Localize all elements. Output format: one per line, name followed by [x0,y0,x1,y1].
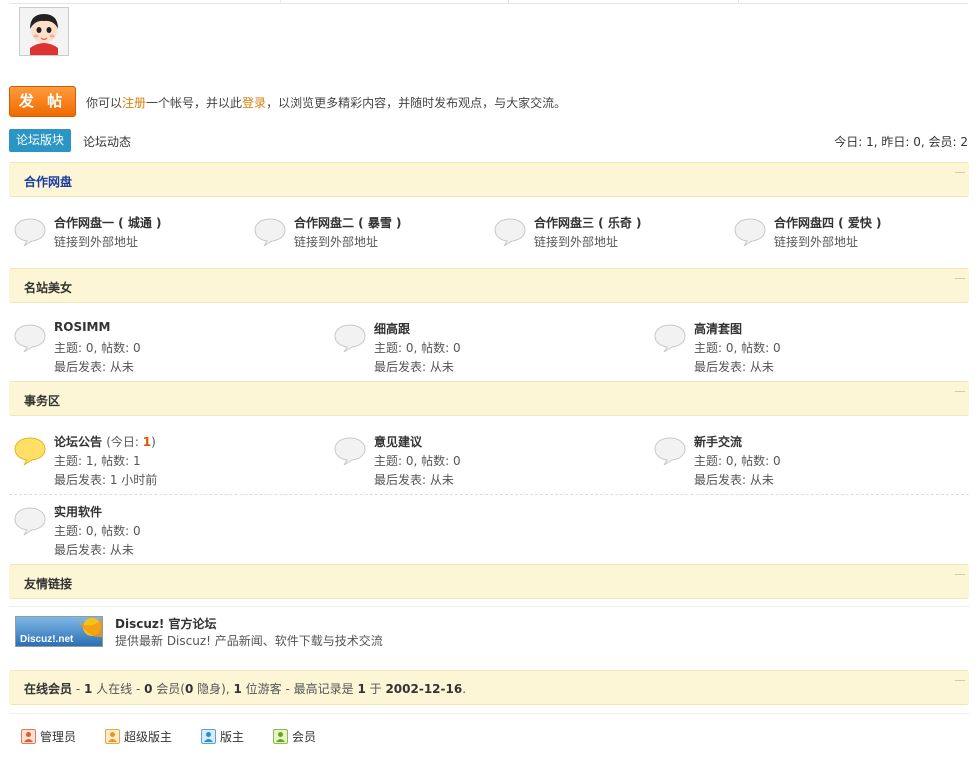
forum-name[interactable]: 合作网盘二 ( 暴雪 ) [294,214,402,231]
link-name[interactable]: Discuz! 官方论坛 [115,615,217,632]
new-posts-bubble-icon [14,437,46,466]
online-summary: 在线会员 - 1 人在线 - 0 会员(0 隐身), 1 位游客 - 最高记录是… [24,682,467,696]
discuz-logo[interactable]: Discuz!.net [15,616,103,647]
forum-last-post: 最后发表: 从未 [54,360,134,374]
forum-name[interactable]: 细高跟 [374,320,410,337]
register-link[interactable]: 注册 [122,96,146,110]
speech-bubble-icon [654,324,686,353]
super-moderator-icon [105,729,120,744]
cartoon-avatar-icon [20,8,68,55]
online-members-header[interactable]: 在线会员 - 1 人在线 - 0 会员(0 隐身), 1 位游客 - 最高记录是… [9,670,969,705]
speech-bubble-icon [14,507,46,536]
login-link[interactable]: 登录 [242,96,266,110]
tab-forum-activity[interactable]: 论坛动态 [83,133,131,150]
speech-bubble-icon [334,437,366,466]
forum-stats: 今日: 1, 昨日: 0, 会员: 2 [834,135,968,149]
forum-name[interactable]: 合作网盘一 ( 城通 ) [54,214,162,231]
forum-stats: 主题: 0, 帖数: 0 [694,454,781,468]
link-desc: 提供最新 Discuz! 产品新闻、软件下载与技术交流 [115,634,383,648]
category-header-affairs[interactable]: 事务区 [9,381,969,416]
category-header-links[interactable]: 友情链接 [9,564,969,599]
collapse-icon[interactable] [955,391,965,394]
forum-last-post: 最后发表: 从未 [374,360,454,374]
speech-bubble-icon [494,218,526,247]
forum-desc: 链接到外部地址 [534,235,619,249]
speech-bubble-icon [254,218,286,247]
forum-last-post: 最后发表: 从未 [694,360,774,374]
forum-name[interactable]: 论坛公告 (今日: 1) [54,433,156,450]
legend-admin: 管理员 [21,728,76,745]
forum-last-post: 最后发表: 从未 [54,543,134,557]
moderator-icon [201,729,216,744]
forum-name[interactable]: ROSIMM [54,320,110,334]
forum-desc: 链接到外部地址 [294,235,379,249]
category-title[interactable]: 名站美女 [24,279,72,296]
forum-stats: 主题: 0, 帖数: 0 [374,341,461,355]
section-divider [9,713,969,714]
toolbar-separator [738,0,739,4]
member-icon [273,729,288,744]
forum-name[interactable]: 意见建议 [374,433,422,450]
collapse-icon[interactable] [955,680,965,683]
forum-last-post: 最后发表: 从未 [374,473,454,487]
admin-user-icon [21,729,36,744]
category-title[interactable]: 友情链接 [24,575,72,592]
collapse-icon[interactable] [955,574,965,577]
toolbar-separator [280,0,281,4]
forum-last-post: 最后发表: 从未 [694,473,774,487]
speech-bubble-icon [14,218,46,247]
forum-last-post[interactable]: 最后发表: 1 小时前 [54,471,157,488]
forum-desc: 链接到外部地址 [54,235,139,249]
collapse-icon[interactable] [955,172,965,175]
category-header-beauty[interactable]: 名站美女 [9,268,969,303]
toolbar-separator [508,0,509,4]
collapse-icon[interactable] [955,278,965,281]
section-divider [9,606,969,607]
category-title[interactable]: 合作网盘 [24,173,72,190]
top-toolbar-strip [10,0,968,4]
user-avatar[interactable] [19,7,69,56]
login-notice: 你可以注册一个帐号，并以此登录，以浏览更多精彩内容，并随时发布观点，与大家交流。 [86,96,567,110]
forum-name[interactable]: 高清套图 [694,320,742,337]
forum-name[interactable]: 实用软件 [54,503,102,520]
speech-bubble-icon [14,324,46,353]
row-divider [9,494,969,495]
forum-name[interactable]: 合作网盘三 ( 乐奇 ) [534,214,642,231]
category-title[interactable]: 事务区 [24,392,60,409]
legend-moderator: 版主 [201,728,244,745]
legend-member: 会员 [273,728,316,745]
speech-bubble-icon [734,218,766,247]
legend-super-moderator: 超级版主 [105,728,172,745]
forum-stats: 主题: 0, 帖数: 0 [374,454,461,468]
today-count: (今日: 1) [106,435,156,449]
forum-stats: 主题: 0, 帖数: 0 [54,341,141,355]
forum-desc: 链接到外部地址 [774,235,859,249]
forum-stats: 主题: 1, 帖数: 1 [54,454,141,468]
new-post-button[interactable]: 发 帖 [9,86,76,117]
forum-stats: 主题: 0, 帖数: 0 [54,524,141,538]
speech-bubble-icon [334,324,366,353]
forum-name[interactable]: 合作网盘四 ( 爱快 ) [774,214,882,231]
category-header-partner[interactable]: 合作网盘 [9,162,969,197]
forum-name[interactable]: 新手交流 [694,433,742,450]
forum-stats: 主题: 0, 帖数: 0 [694,341,781,355]
speech-bubble-icon [654,437,686,466]
tab-forum-sections[interactable]: 论坛版块 [9,129,71,152]
